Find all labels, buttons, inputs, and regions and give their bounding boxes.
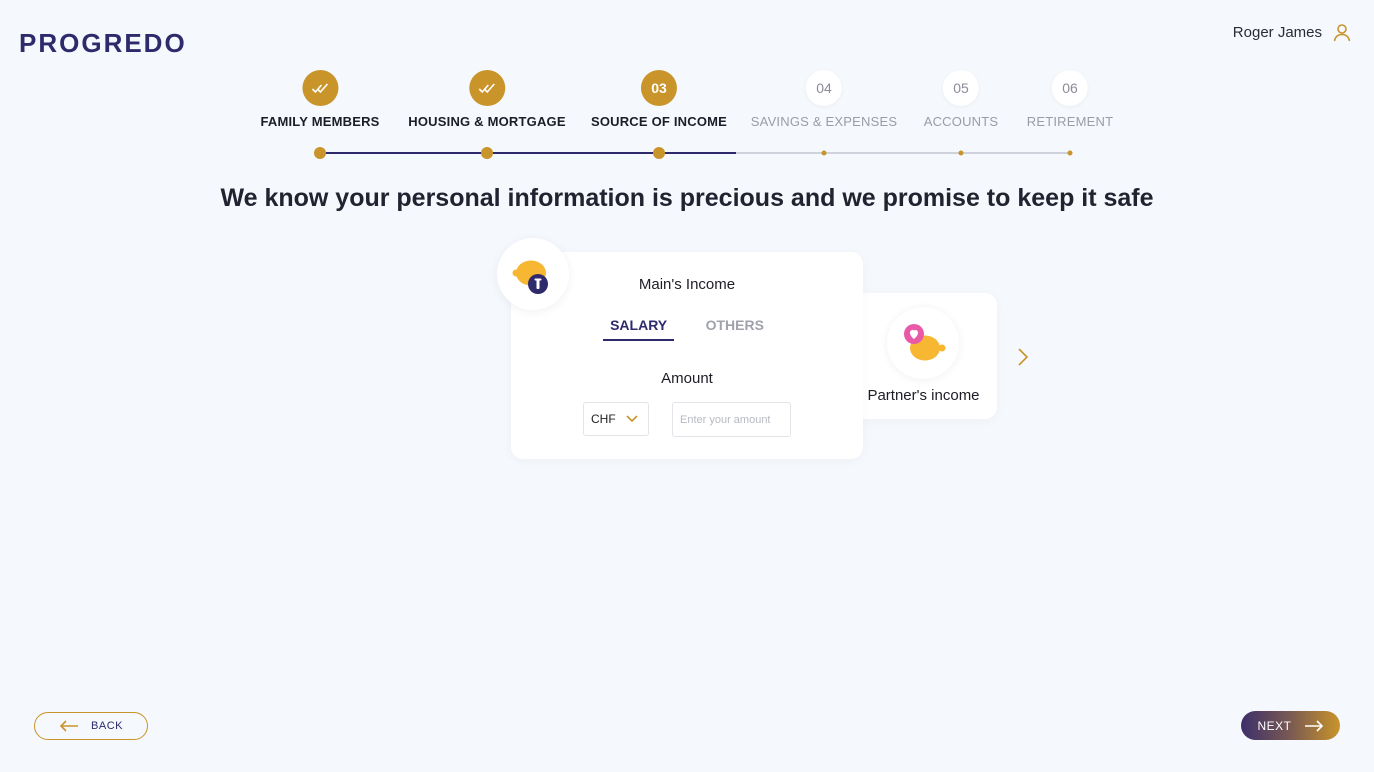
partner-badge	[887, 307, 959, 379]
chevron-down-icon	[626, 415, 638, 423]
chevron-right-icon[interactable]	[1014, 346, 1032, 368]
amount-label: Amount	[661, 370, 713, 387]
step-label: SAVINGS & EXPENSES	[750, 114, 898, 129]
next-label: NEXT	[1257, 718, 1292, 733]
main-income-icon	[512, 260, 548, 294]
step-number: 05	[943, 70, 979, 106]
step-label: ACCOUNTS	[923, 114, 999, 129]
progredo-logo[interactable]: PROGREDO	[19, 28, 187, 59]
back-label: BACK	[91, 720, 123, 732]
step-retirement[interactable]: 06 RETIREMENT	[1027, 70, 1114, 129]
back-button[interactable]: BACK	[34, 712, 148, 740]
step-label: SOURCE OF INCOME	[590, 114, 728, 129]
progress-dot	[653, 147, 665, 159]
double-check-icon	[301, 70, 338, 106]
step-family-members[interactable]: FAMILY MEMBERS	[260, 70, 379, 129]
arrow-right-icon	[1304, 719, 1323, 732]
partner-income-label: Partner's income	[867, 387, 980, 404]
user-menu[interactable]: Roger James	[1233, 22, 1352, 42]
step-accounts[interactable]: 05 ACCOUNTS	[924, 70, 999, 129]
progress-dot	[1067, 150, 1073, 156]
step-label: RETIREMENT	[1026, 114, 1114, 129]
amount-input[interactable]	[672, 402, 791, 437]
step-source-of-income[interactable]: 03 SOURCE OF INCOME	[591, 70, 727, 129]
partner-heart-icon	[904, 324, 946, 361]
step-number: 04	[805, 70, 842, 106]
step-number: 03	[640, 70, 677, 106]
step-savings-expenses[interactable]: 04 SAVINGS & EXPENSES	[751, 70, 897, 129]
user-name: Roger James	[1232, 23, 1322, 41]
progress-dot	[481, 147, 493, 159]
income-tabs: SALARY OTHERS	[511, 317, 863, 341]
partner-income-card[interactable]: Partner's income	[850, 293, 997, 419]
step-label: FAMILY MEMBERS	[260, 114, 380, 129]
progress-dot	[958, 150, 964, 156]
next-button[interactable]: NEXT	[1241, 711, 1340, 740]
arrow-left-icon	[59, 720, 79, 732]
tab-others[interactable]: OTHERS	[699, 317, 771, 339]
page-headline: We know your personal information is pre…	[220, 184, 1154, 212]
user-icon	[1333, 24, 1351, 42]
step-housing-mortgage[interactable]: HOUSING & MORTGAGE	[408, 70, 566, 129]
progress-track-remaining	[736, 152, 1070, 154]
currency-select[interactable]: CHF	[583, 402, 649, 436]
progress-dot	[314, 147, 326, 159]
step-label: HOUSING & MORTGAGE	[408, 114, 566, 129]
tab-salary[interactable]: SALARY	[603, 317, 675, 341]
progress-stepper: FAMILY MEMBERS HOUSING & MORTGAGE 03 SOU…	[0, 70, 1374, 170]
progress-track-complete	[320, 152, 736, 154]
progress-dot	[821, 150, 827, 156]
currency-value: CHF	[591, 412, 616, 426]
double-check-icon	[469, 70, 505, 106]
main-income-badge	[497, 238, 569, 310]
step-number: 06	[1052, 70, 1088, 106]
